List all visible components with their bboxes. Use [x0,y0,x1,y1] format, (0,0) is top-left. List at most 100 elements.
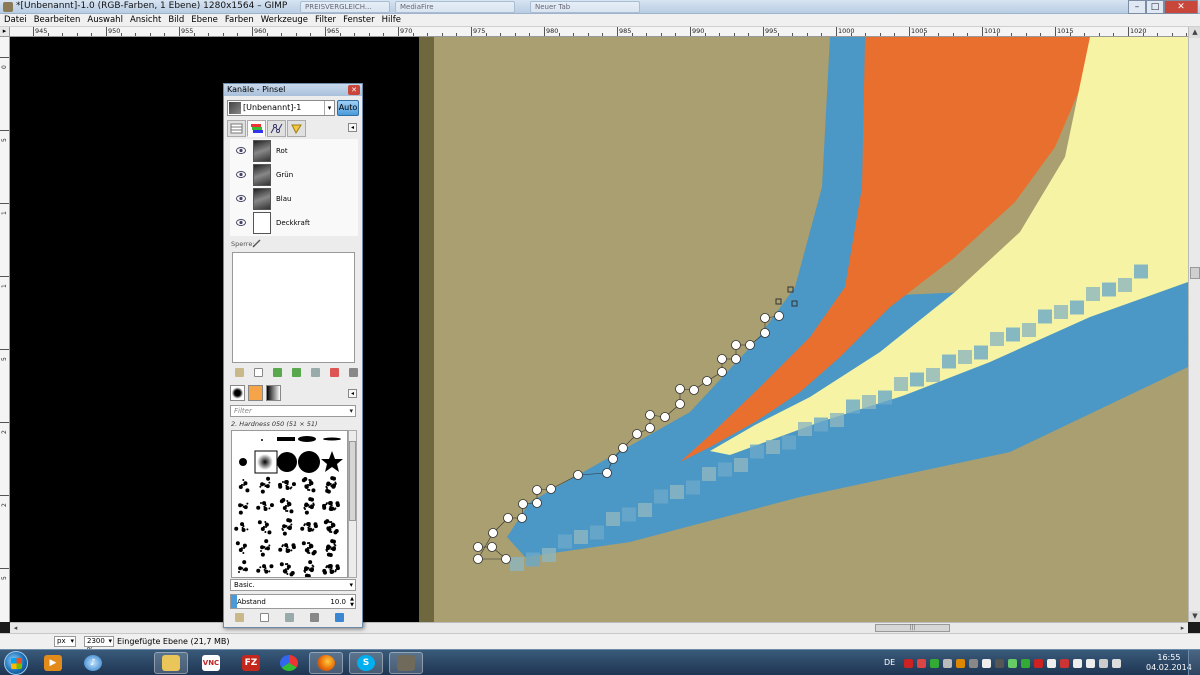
image-canvas[interactable] [10,37,1188,622]
menu-werkzeuge[interactable]: Werkzeuge [261,15,308,25]
brush-set-select[interactable]: Basic. [230,579,356,591]
tray-app-icon[interactable] [995,659,1004,668]
tray-app-icon[interactable] [943,659,952,668]
horizontal-scroll-thumb[interactable]: ||| [875,624,950,632]
start-button[interactable] [4,651,28,675]
tray-app-icon[interactable] [930,659,939,668]
taskbar-firefox[interactable] [309,652,343,674]
raise-channel-icon[interactable] [273,368,282,377]
brush-lock-icon[interactable] [252,239,261,248]
vertical-ruler[interactable]: 0 5 1 1 5 2 2 5 [0,37,10,622]
channel-row[interactable]: Deckkraft [230,211,358,235]
canvas-pixels[interactable] [10,37,1188,622]
tray-app-icon[interactable] [1073,659,1082,668]
brush-filter-input[interactable]: Filter [230,405,356,417]
taskbar-color-app[interactable] [272,652,306,674]
tray-app-icon[interactable] [1034,659,1043,668]
chevron-down-icon[interactable]: ▾ [324,101,334,115]
tray-app-icon[interactable] [982,659,991,668]
clock[interactable]: 16:55 04.02.2014 [1146,653,1192,673]
brush-grid-scrollbar[interactable] [348,430,357,578]
brush-scroll-thumb[interactable] [349,441,356,521]
tray-app-icon[interactable] [1060,659,1069,668]
eye-icon[interactable] [236,195,246,202]
tab-patterns[interactable] [248,385,263,401]
channel-to-selection-icon[interactable] [330,368,339,377]
edit-channel-icon[interactable] [235,368,244,377]
scroll-down-icon[interactable]: ▼ [1189,611,1200,622]
show-desktop-button[interactable] [1188,650,1200,675]
unit-select[interactable]: px [54,636,76,647]
taskbar-skype[interactable]: S [349,652,383,674]
brush-tab-menu-icon[interactable]: ◂ [348,389,357,398]
menu-bild[interactable]: Bild [168,15,184,25]
tab-channels[interactable] [247,120,266,137]
menu-hilfe[interactable]: Hilfe [382,15,401,25]
tray-app-icon[interactable] [1086,659,1095,668]
tray-app-icon[interactable] [1021,659,1030,668]
channel-row[interactable]: Grün [230,163,358,187]
taskbar-vnc[interactable]: VNC [194,652,228,674]
scroll-left-icon[interactable]: ◂ [10,623,21,633]
refresh-brushes-icon[interactable] [335,613,344,622]
menu-ebene[interactable]: Ebene [191,15,218,25]
scroll-up-icon[interactable]: ▲ [1189,27,1200,38]
horizontal-ruler[interactable]: 945 950 955 960 965 970 975 980 985 990 995 1000 100… [10,27,1188,37]
spacing-spinner-icon[interactable]: ▲ ▼ [350,596,354,608]
eye-icon[interactable] [236,147,246,154]
brush-grid[interactable] [231,430,348,578]
spacing-slider[interactable]: Abstand 10.0 ▲ ▼ [230,594,356,609]
vertical-scroll-thumb[interactable] [1190,267,1200,279]
tray-app-icon[interactable] [904,659,913,668]
tray-app-icon[interactable] [917,659,926,668]
tab-brushes[interactable] [230,385,245,401]
quick-mask-corner-button[interactable]: ▸ [0,27,10,37]
menu-filter[interactable]: Filter [315,15,336,25]
tray-app-icon[interactable] [1112,659,1121,668]
edit-brush-icon[interactable] [235,613,244,622]
taskbar-filezilla[interactable]: FZ [234,652,268,674]
image-select[interactable]: [Unbenannt]-1 ▾ [227,100,335,116]
new-channel-icon[interactable] [254,368,263,377]
menu-fenster[interactable]: Fenster [343,15,375,25]
channel-row[interactable]: Blau [230,187,358,211]
taskbar-itunes[interactable]: ♪ [76,652,110,674]
dock-close-icon[interactable]: ✕ [348,85,360,95]
tray-app-icon[interactable] [1099,659,1108,668]
auto-button[interactable]: Auto [337,100,359,116]
dock-title[interactable]: Kanäle - Pinsel [224,84,362,96]
new-brush-icon[interactable] [260,613,269,622]
delete-channel-icon[interactable] [349,368,358,377]
tab-menu-icon[interactable]: ◂ [348,123,357,132]
taskbar-explorer[interactable] [154,652,188,674]
scroll-right-icon[interactable]: ▸ [1177,623,1188,633]
horizontal-scrollbar[interactable]: ◂ ||| ▸ [10,622,1188,633]
tray-app-icon[interactable] [969,659,978,668]
language-indicator[interactable]: DE [884,658,895,667]
tab-undo-history[interactable] [287,120,306,137]
zoom-select[interactable]: 2300 % [84,636,114,654]
eye-icon[interactable] [236,219,246,226]
tab-layers[interactable] [227,120,246,137]
vertical-scrollbar[interactable]: ▲ ▼ [1188,27,1200,622]
taskbar-gimp[interactable] [389,652,423,674]
tray-app-icon[interactable] [956,659,965,668]
menu-farben[interactable]: Farben [225,15,254,25]
menu-ansicht[interactable]: Ansicht [130,15,161,25]
tab-paths[interactable] [267,120,286,137]
eye-icon[interactable] [236,171,246,178]
brush-previews[interactable] [232,431,348,578]
duplicate-channel-icon[interactable] [311,368,320,377]
menu-auswahl[interactable]: Auswahl [87,15,123,25]
channel-row[interactable]: Rot [230,139,358,163]
tab-gradients[interactable] [266,385,281,401]
delete-brush-icon[interactable] [310,613,319,622]
close-button[interactable]: ✕ [1164,0,1198,14]
minimize-button[interactable]: – [1128,0,1146,14]
menu-datei[interactable]: Datei [4,15,27,25]
tray-app-icon[interactable] [1008,659,1017,668]
tray-app-icon[interactable] [1047,659,1056,668]
taskbar-media-player[interactable]: ▶ [36,652,70,674]
menu-bearbeiten[interactable]: Bearbeiten [34,15,81,25]
maximize-button[interactable]: □ [1146,0,1164,14]
